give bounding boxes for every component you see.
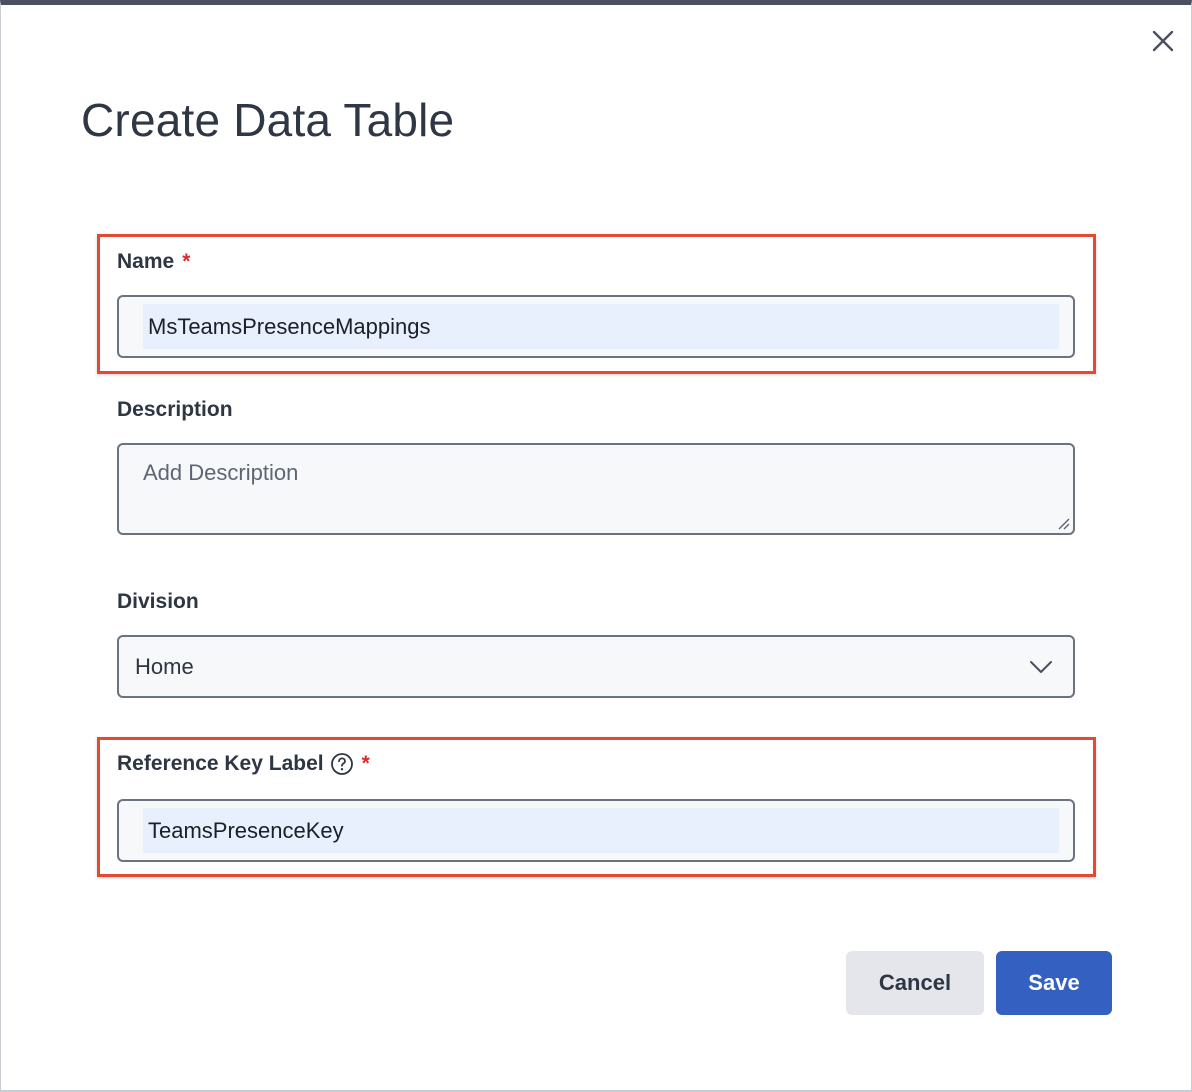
reference-key-input[interactable]: TeamsPresenceKey	[117, 799, 1075, 862]
save-button[interactable]: Save	[996, 951, 1112, 1015]
close-button[interactable]	[1145, 23, 1181, 59]
cancel-button[interactable]: Cancel	[846, 951, 984, 1015]
dialog-title: Create Data Table	[81, 94, 455, 146]
description-label-text: Description	[117, 398, 233, 421]
chevron-down-icon	[1030, 660, 1052, 673]
name-label-text: Name	[117, 250, 175, 273]
reference-key-required-marker: *	[361, 752, 370, 775]
name-required-marker: *	[182, 250, 191, 273]
help-circle-icon[interactable]	[330, 752, 354, 776]
description-textarea[interactable]: Add Description	[117, 443, 1075, 535]
name-input-value: MsTeamsPresenceMappings	[143, 304, 1059, 349]
create-data-table-dialog: Create Data Table Name * MsTeamsPresence…	[0, 0, 1192, 1092]
division-label: Division	[117, 590, 199, 614]
name-input[interactable]: MsTeamsPresenceMappings	[117, 295, 1075, 358]
reference-key-label-text: Reference Key Label	[117, 752, 324, 775]
description-label: Description	[117, 398, 233, 422]
reference-key-label: Reference Key Label *	[117, 752, 370, 776]
division-selected-value: Home	[135, 653, 194, 679]
name-label: Name *	[117, 250, 190, 274]
close-icon	[1152, 30, 1174, 52]
resize-grip-icon[interactable]	[1056, 516, 1070, 530]
reference-key-input-value: TeamsPresenceKey	[143, 808, 1059, 853]
division-select[interactable]: Home	[117, 635, 1075, 698]
description-placeholder: Add Description	[143, 460, 299, 485]
division-label-text: Division	[117, 590, 199, 613]
